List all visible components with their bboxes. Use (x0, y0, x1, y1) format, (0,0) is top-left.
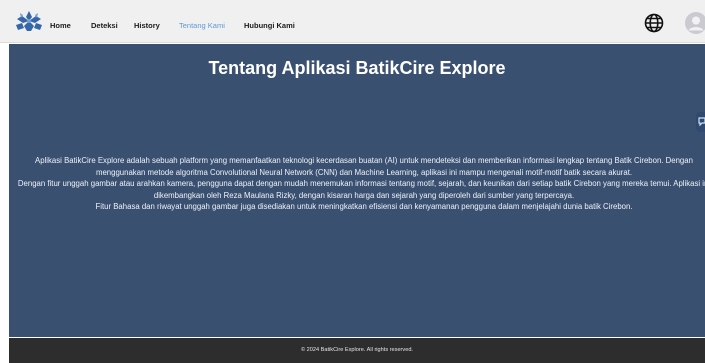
chat-toggle-button[interactable] (696, 112, 705, 132)
nav-link-deteksi[interactable]: Deteksi (91, 21, 118, 30)
user-avatar-icon[interactable] (684, 11, 705, 35)
copyright-text: © 2024 BatikCire Explore. All rights res… (300, 347, 413, 353)
batik-logo-icon[interactable] (14, 9, 44, 33)
globe-icon[interactable] (643, 12, 665, 34)
nav-link-tentang-kami[interactable]: Tentang Kami (179, 21, 225, 30)
about-section: Tentang Aplikasi BatikCire Explore Aplik… (9, 44, 705, 337)
nav-link-hubungi-kami[interactable]: Hubungi Kami (244, 21, 295, 30)
footer: © 2024 BatikCire Explore. All rights res… (9, 338, 705, 363)
about-description: Aplikasi BatikCire Explore adalah sebuah… (13, 155, 705, 213)
nav-link-home[interactable]: Home (50, 21, 71, 30)
nav-link-history[interactable]: History (134, 21, 160, 30)
about-paragraph-1: Aplikasi BatikCire Explore adalah sebuah… (35, 156, 693, 177)
navbar: Home Deteksi History Tentang Kami Hubung… (0, 0, 705, 43)
about-paragraph-3: Fitur Bahasa dan riwayat unggah gambar j… (95, 202, 633, 212)
chat-icon (698, 117, 705, 127)
about-paragraph-2: Dengan fitur unggah gambar atau arahkan … (17, 179, 705, 200)
page-title: Tentang Aplikasi BatikCire Explore (208, 58, 506, 78)
